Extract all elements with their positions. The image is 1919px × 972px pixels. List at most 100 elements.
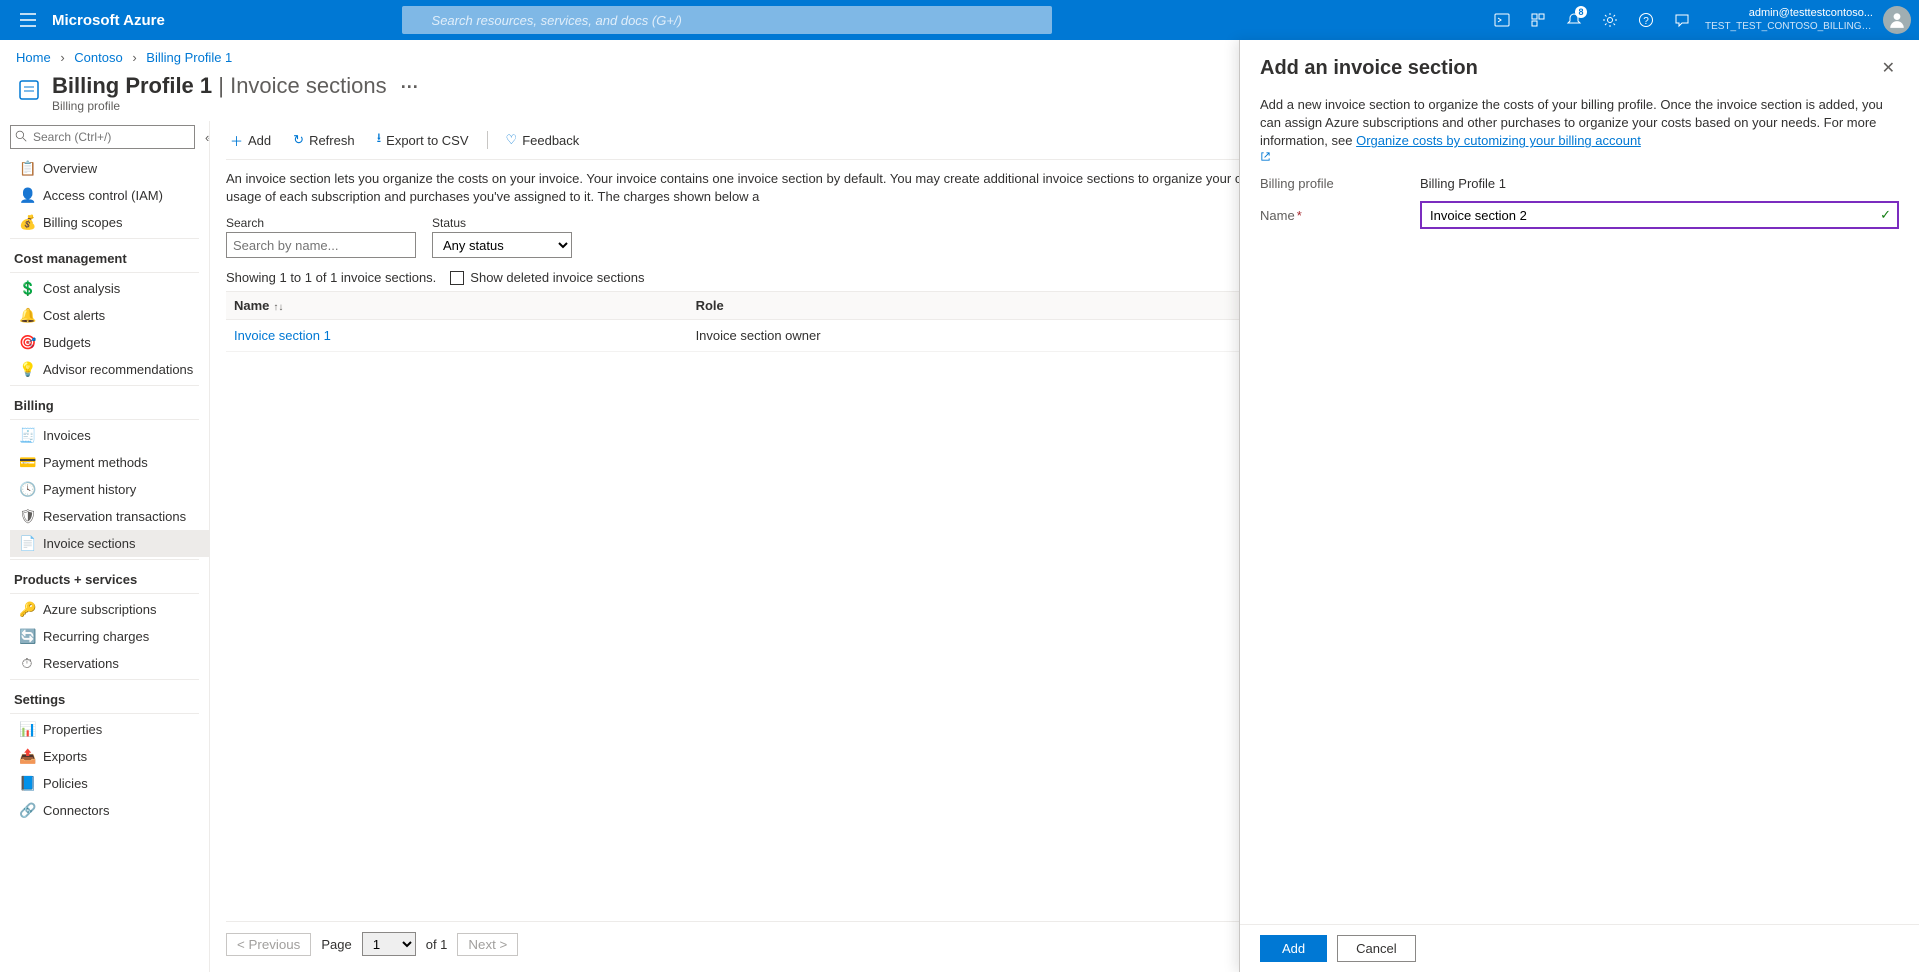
column-name[interactable]: Name↑↓ [226, 292, 688, 320]
menu-icon: 💰 [19, 214, 35, 231]
download-icon: ⭳ [377, 129, 382, 151]
status-label: Status [432, 216, 572, 230]
sidebar-item-1-4[interactable]: 📄Invoice sections [10, 530, 209, 557]
global-search-input[interactable] [402, 6, 1052, 34]
sidebar-item-label: Invoices [43, 428, 91, 443]
menu-icon: 📤 [19, 748, 35, 765]
sidebar-item-label: Properties [43, 722, 102, 737]
column-role[interactable]: Role [688, 292, 1265, 320]
feedback-icon[interactable] [1665, 0, 1699, 40]
sidebar-item-1-2[interactable]: 🕓 Payment history [10, 476, 209, 503]
cloud-shell-icon[interactable] [1485, 0, 1519, 40]
page-subtitle: Billing profile [52, 99, 419, 113]
sidebar-item-label: Payment methods [43, 455, 148, 470]
add-invoice-section-panel: Add an invoice section ✕ Add a new invoi… [1239, 40, 1919, 972]
account-email: admin@testtestcontoso... [1705, 7, 1873, 20]
heart-icon: ♡ [506, 132, 518, 148]
refresh-button[interactable]: ↻Refresh [289, 130, 358, 150]
sidebar-item-1-1[interactable]: 💳Payment methods [10, 449, 209, 476]
name-input[interactable] [1420, 201, 1899, 229]
sidebar-item-label: Exports [43, 749, 87, 764]
svg-text:?: ? [1643, 16, 1649, 27]
status-select[interactable]: Any status [432, 232, 572, 258]
external-link-icon [1260, 151, 1899, 162]
close-icon[interactable]: ✕ [1878, 54, 1899, 82]
more-menu[interactable]: ··· [401, 77, 419, 97]
feedback-button[interactable]: ♡Feedback [502, 130, 584, 150]
panel-description: Add a new invoice section to organize th… [1260, 96, 1899, 162]
role-cell: Invoice section owner [688, 320, 1265, 352]
sidebar-item-3-2[interactable]: 📘Policies [10, 770, 209, 797]
sidebar-group-header: Settings [10, 682, 209, 711]
page-title: Billing Profile 1 | Invoice sections ··· [52, 73, 419, 99]
sidebar-item-0-1[interactable]: 🔔 Cost alerts [10, 302, 209, 329]
collapse-sidebar-icon[interactable]: « [201, 126, 210, 149]
learn-more-link[interactable]: Organize costs by cutomizing your billin… [1356, 133, 1641, 148]
sidebar-item-0-2[interactable]: 🎯 Budgets [10, 329, 209, 356]
menu-icon: 🔑 [19, 601, 35, 618]
sidebar-item-2-0[interactable]: 🔑Azure subscriptions [10, 596, 209, 623]
menu-icon: 💲 [19, 280, 35, 297]
billing-profile-value: Billing Profile 1 [1420, 176, 1899, 191]
hamburger-icon[interactable] [8, 0, 48, 40]
billing-profile-label: Billing profile [1260, 176, 1420, 191]
notifications-icon[interactable]: 8 [1557, 0, 1591, 40]
breadcrumb-contoso[interactable]: Contoso [74, 50, 122, 65]
prev-page-button[interactable]: < Previous [226, 933, 311, 956]
menu-icon: 🛡 [19, 508, 35, 525]
sidebar-item-3-0[interactable]: 📊 Properties [10, 716, 209, 743]
page-select[interactable]: 1 [362, 932, 416, 956]
menu-icon: 💡 [19, 361, 35, 378]
sidebar-group-header: Products + services [10, 562, 209, 591]
sidebar-item-2-1[interactable]: 🔄Recurring charges [10, 623, 209, 650]
sidebar-item-0-3[interactable]: 💡 Advisor recommendations [10, 356, 209, 383]
sidebar-item-1-0[interactable]: 🧾Invoices [10, 422, 209, 449]
search-label: Search [226, 216, 416, 230]
directory-icon[interactable] [1521, 0, 1555, 40]
help-icon[interactable]: ? [1629, 0, 1663, 40]
sidebar-item-label: Overview [43, 161, 97, 176]
menu-icon: 🎯 [19, 334, 35, 351]
menu-icon: 📊 [19, 721, 35, 738]
sidebar-item-1-3[interactable]: 🛡Reservation transactions [10, 503, 209, 530]
menu-icon: 🕓 [19, 481, 35, 498]
add-button[interactable]: ＋Add [226, 129, 275, 152]
sidebar-item-top-1[interactable]: 👤Access control (IAM) [10, 182, 209, 209]
sidebar-item-2-2[interactable]: ⏱Reservations [10, 650, 209, 677]
avatar[interactable] [1883, 6, 1911, 34]
topbar: Microsoft Azure 8 ? admin@testtestcontos… [0, 0, 1919, 40]
sidebar-item-label: Advisor recommendations [43, 362, 193, 377]
sidebar-item-label: Budgets [43, 335, 91, 350]
menu-icon: 📘 [19, 775, 35, 792]
cancel-button[interactable]: Cancel [1337, 935, 1415, 962]
show-deleted-checkbox[interactable]: Show deleted invoice sections [450, 270, 644, 285]
sidebar-item-label: Payment history [43, 482, 136, 497]
brand[interactable]: Microsoft Azure [52, 12, 165, 29]
sidebar-item-label: Cost analysis [43, 281, 120, 296]
sidebar-item-3-1[interactable]: 📤 Exports [10, 743, 209, 770]
search-by-name-input[interactable] [226, 232, 416, 258]
sidebar-group-header: Billing [10, 388, 209, 417]
sidebar-item-0-0[interactable]: 💲 Cost analysis [10, 275, 209, 302]
validation-check-icon: ✓ [1880, 207, 1891, 223]
settings-icon[interactable] [1593, 0, 1627, 40]
menu-icon: ⏱ [19, 655, 35, 672]
sidebar-search-input[interactable] [10, 125, 195, 149]
breadcrumb-home[interactable]: Home [16, 50, 51, 65]
account-org: TEST_TEST_CONTOSO_BILLING (T... [1705, 21, 1873, 33]
notification-badge: 8 [1575, 6, 1587, 18]
sidebar-item-label: Cost alerts [43, 308, 105, 323]
sidebar-item-label: Invoice sections [43, 536, 136, 551]
sidebar-item-top-2[interactable]: 💰Billing scopes [10, 209, 209, 236]
sidebar-item-top-0[interactable]: 📋Overview [10, 155, 209, 182]
page-label: Page [321, 937, 351, 952]
showing-text: Showing 1 to 1 of 1 invoice sections. [226, 270, 436, 285]
invoice-section-link[interactable]: Invoice section 1 [234, 328, 331, 343]
breadcrumb-billing-profile[interactable]: Billing Profile 1 [146, 50, 232, 65]
menu-icon: 🔔 [19, 307, 35, 324]
export-csv-button[interactable]: ⭳Export to CSV [373, 127, 473, 153]
next-page-button[interactable]: Next > [457, 933, 518, 956]
sidebar-item-3-3[interactable]: 🔗Connectors [10, 797, 209, 824]
account-info[interactable]: admin@testtestcontoso... TEST_TEST_CONTO… [1701, 7, 1881, 32]
add-button[interactable]: Add [1260, 935, 1327, 962]
